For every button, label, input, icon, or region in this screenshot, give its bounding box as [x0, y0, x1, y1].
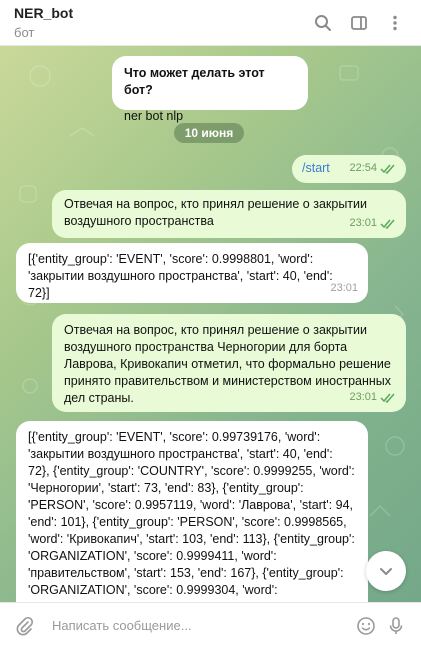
message-time: 22:54	[349, 162, 377, 174]
chat-title: NER_bot	[14, 4, 74, 21]
search-button[interactable]	[309, 9, 337, 37]
message-bubble-incoming[interactable]: [{'entity_group': 'EVENT', 'score': 0.99…	[16, 421, 368, 602]
message-input[interactable]: Написать сообщение...	[40, 618, 351, 633]
message-meta: 22:54	[349, 160, 396, 177]
chat-header: NER_bot бот	[0, 0, 421, 46]
bot-intro-card: Что может делать этот бот? ner bot nlp	[112, 56, 308, 123]
voice-record-button[interactable]	[381, 611, 411, 641]
more-menu-button[interactable]	[381, 9, 409, 37]
message-time: 23:01	[330, 282, 358, 294]
message-meta: 23:01	[349, 215, 396, 232]
chevron-down-icon	[380, 568, 392, 575]
emoji-button[interactable]	[351, 611, 381, 641]
message-meta: 23:01	[330, 280, 358, 297]
message-composer: Написать сообщение...	[0, 602, 421, 648]
message-bubble-outgoing[interactable]: Отвечая на вопрос, кто принял решение о …	[52, 314, 406, 412]
double-check-icon	[380, 393, 395, 403]
scroll-to-bottom-button[interactable]	[366, 551, 406, 591]
sidebar-toggle-icon	[351, 15, 367, 30]
bot-intro-question: Что может делать этот бот?	[124, 66, 265, 97]
emoji-icon	[357, 616, 375, 635]
message-bubble-outgoing[interactable]: /start 22:54	[292, 155, 406, 183]
message-text[interactable]: Отвечая на вопрос, кто принял решение о …	[64, 322, 394, 407]
message-text[interactable]: [{'entity_group': 'EVENT', 'score': 0.99…	[28, 251, 356, 302]
attach-button[interactable]	[10, 611, 40, 641]
message-bubble-outgoing[interactable]: Отвечая на вопрос, кто принял решение о …	[52, 190, 406, 238]
message-bubble-incoming[interactable]: [{'entity_group': 'EVENT', 'score': 0.99…	[16, 243, 368, 303]
paperclip-icon	[16, 616, 34, 635]
chat-subtitle: бот	[14, 24, 35, 40]
message-text[interactable]: [{'entity_group': 'EVENT', 'score': 0.99…	[28, 429, 356, 599]
message-text[interactable]: Отвечая на вопрос, кто принял решение о …	[64, 196, 394, 230]
double-check-icon	[380, 164, 395, 174]
chat-history[interactable]: Что может делать этот бот? ner bot nlp 1…	[0, 46, 421, 602]
message-time: 23:01	[349, 217, 377, 229]
more-vertical-icon	[393, 15, 397, 30]
search-icon	[315, 14, 331, 31]
double-check-icon	[380, 219, 395, 229]
message-time: 23:01	[349, 391, 377, 403]
sidebar-toggle-button[interactable]	[345, 9, 373, 37]
chat-title-block[interactable]: NER_bot бот	[14, 5, 301, 41]
microphone-icon	[389, 616, 403, 634]
message-meta: 23:01	[349, 389, 396, 406]
date-separator: 10 июня	[174, 123, 244, 143]
